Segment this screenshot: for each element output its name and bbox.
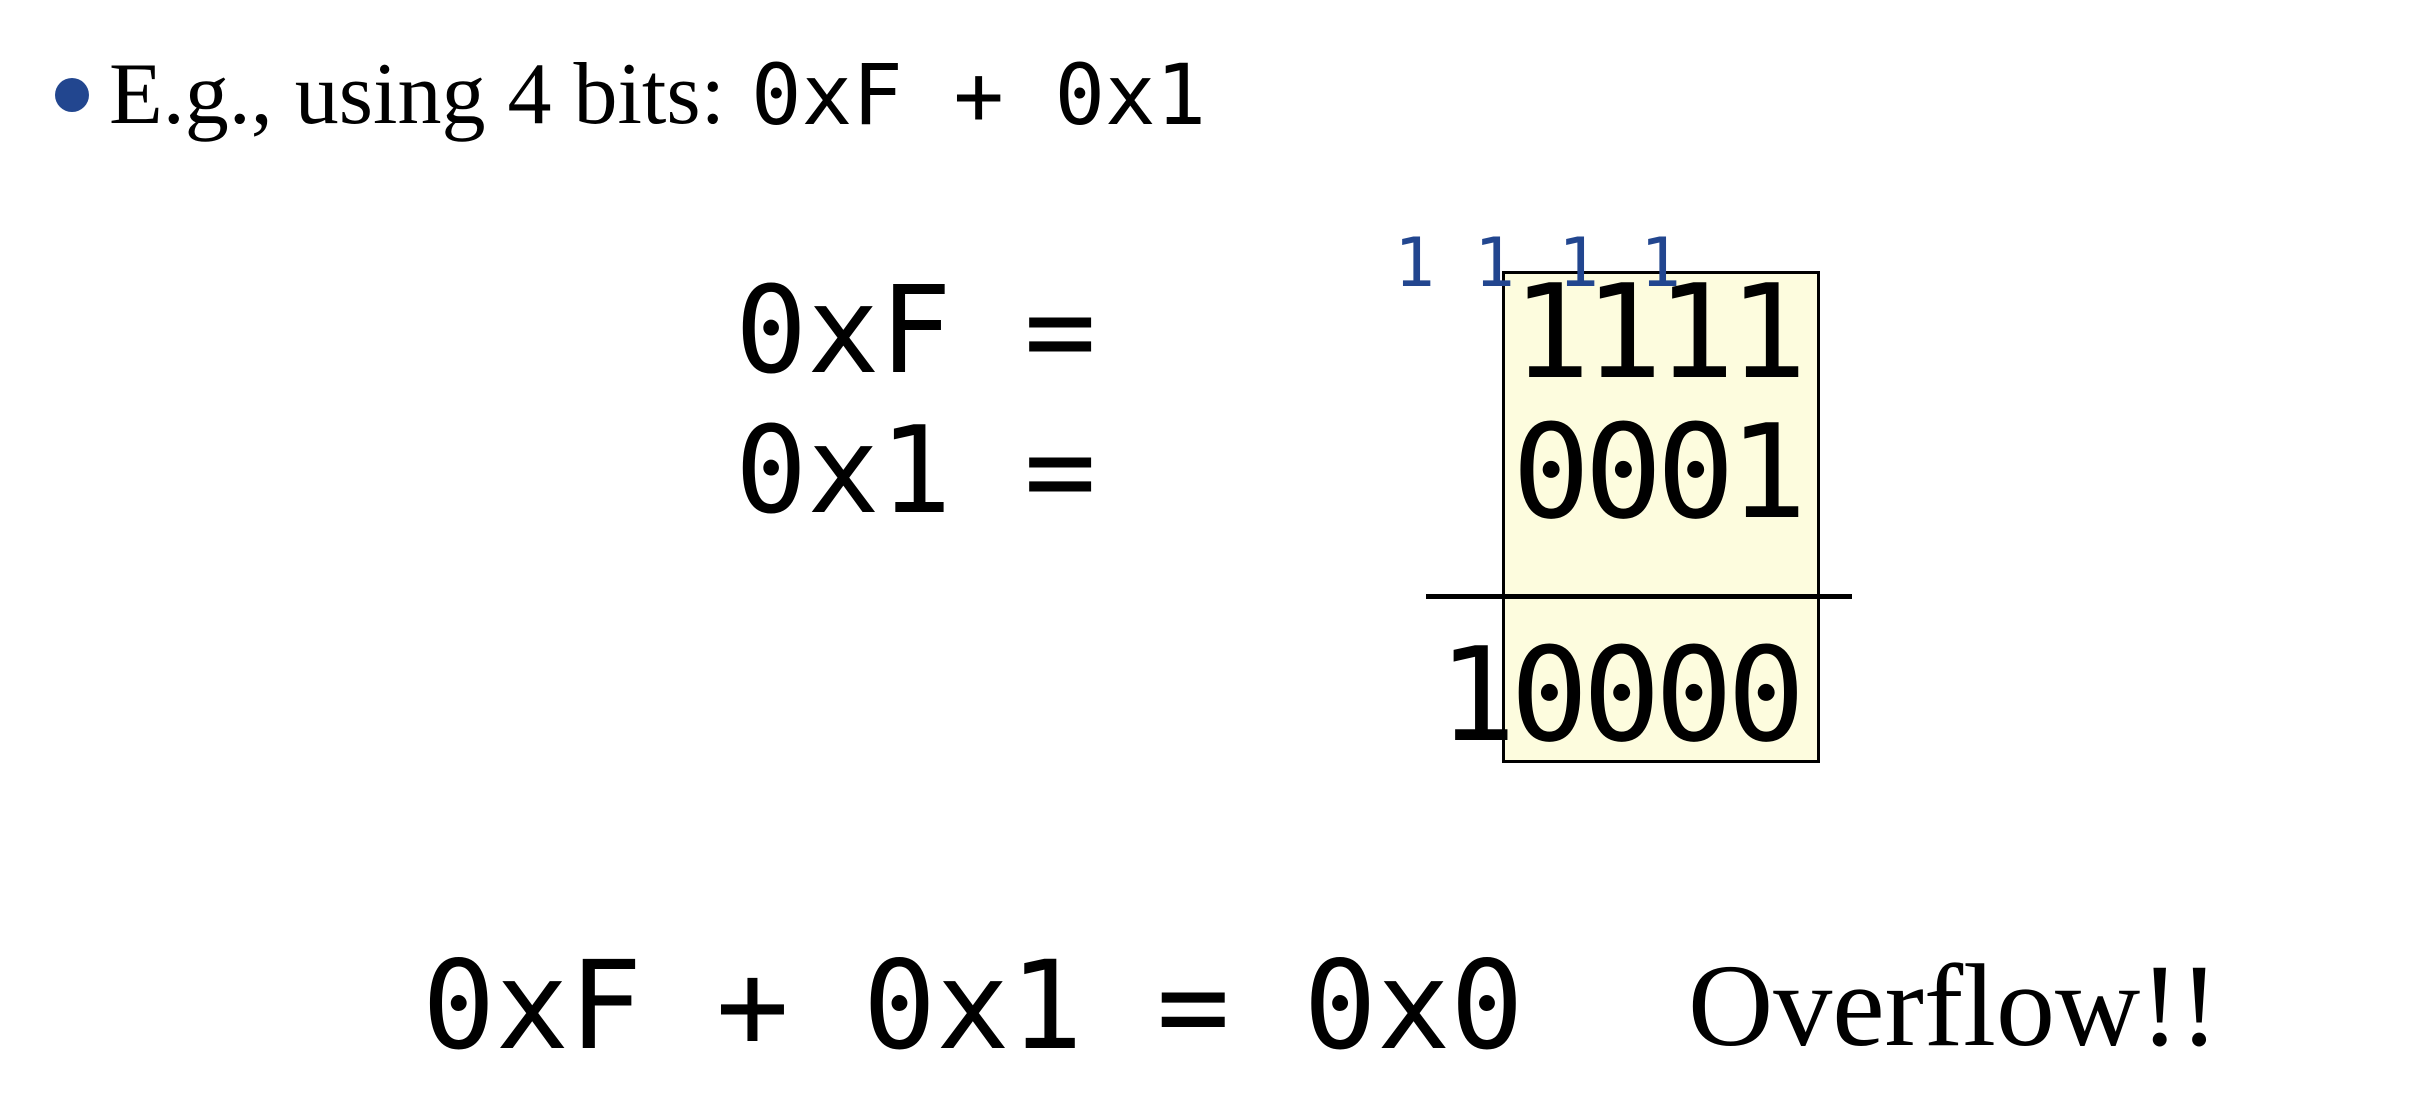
- carry-digit: 1: [1394, 224, 1435, 303]
- overflow-note: Overflow!!: [1688, 940, 2219, 1071]
- result-bits: 10000: [1438, 619, 1805, 771]
- operand1-bits: 1111: [1512, 256, 1807, 408]
- operand2-label: 0x1 =: [735, 402, 1097, 541]
- carry-digit: 1: [1474, 224, 1515, 303]
- summary-equation: 0xF + 0x1 = 0x0: [422, 935, 1524, 1077]
- sum-line: [1426, 594, 1852, 599]
- operand1-label: 0xF =: [735, 262, 1097, 401]
- operand2-bits: 0001: [1512, 396, 1807, 548]
- bullet-code: 0xF + 0x1: [751, 46, 1207, 144]
- slide: E.g., using 4 bits: 0xF + 0x1 0xF = 0x1 …: [0, 0, 2418, 1114]
- bullet-line: E.g., using 4 bits: 0xF + 0x1: [55, 40, 1206, 150]
- bullet-text: E.g., using 4 bits:: [109, 46, 726, 143]
- bullet-dot-icon: [55, 78, 89, 112]
